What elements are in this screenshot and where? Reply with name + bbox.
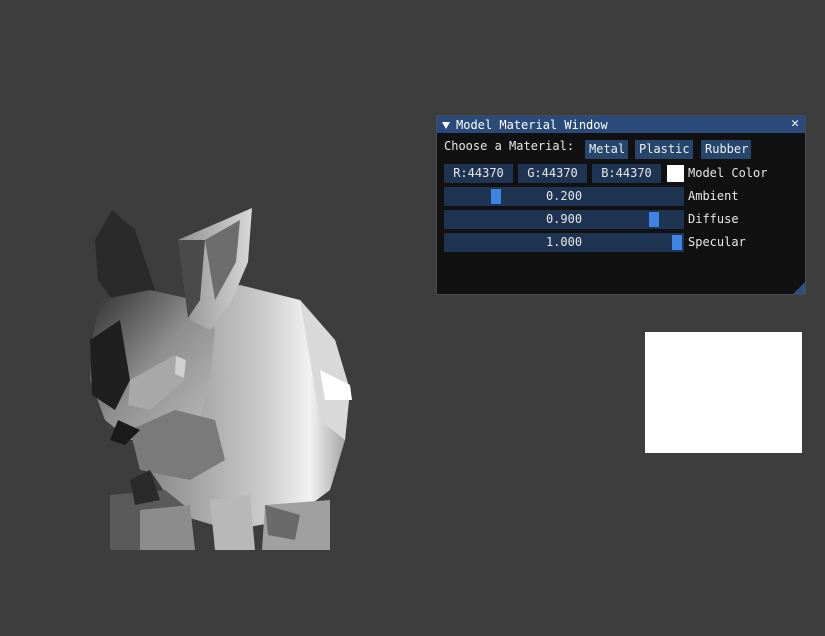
- ambient-value: 0.200: [545, 189, 583, 203]
- specular-value: 1.000: [545, 235, 583, 249]
- diffuse-label: Diffuse: [688, 212, 739, 226]
- red-channel-field[interactable]: R:44370: [444, 164, 513, 183]
- specular-label: Specular: [688, 235, 746, 249]
- plastic-button[interactable]: Plastic: [635, 140, 693, 159]
- close-icon[interactable]: ✕: [788, 117, 802, 131]
- ambient-row: 0.200 Ambient: [444, 187, 800, 206]
- diffuse-row: 0.900 Diffuse: [444, 210, 800, 229]
- color-row: R:44370 G:44370 B:44370 Model Color: [444, 164, 800, 183]
- material-row: Choose a Material: Metal Plastic Rubber: [444, 139, 800, 159]
- ambient-slider[interactable]: 0.200: [444, 187, 684, 206]
- resize-grip[interactable]: [793, 282, 805, 294]
- specular-row: 1.000 Specular: [444, 233, 800, 252]
- ambient-label: Ambient: [688, 189, 739, 203]
- bunny-model: [90, 208, 352, 550]
- model-material-window[interactable]: Model Material Window ✕ Choose a Materia…: [436, 115, 806, 295]
- material-preview-quad: [645, 332, 802, 453]
- render-viewport[interactable]: Model Material Window ✕ Choose a Materia…: [0, 0, 825, 636]
- color-swatch[interactable]: [667, 165, 684, 182]
- specular-slider[interactable]: 1.000: [444, 233, 684, 252]
- window-title-bar[interactable]: Model Material Window ✕: [437, 116, 805, 133]
- diffuse-slider[interactable]: 0.900: [444, 210, 684, 229]
- window-title: Model Material Window: [456, 117, 608, 132]
- model-color-label: Model Color: [688, 166, 768, 180]
- green-channel-field[interactable]: G:44370: [518, 164, 587, 183]
- choose-material-label: Choose a Material:: [444, 139, 575, 153]
- diffuse-value: 0.900: [545, 212, 583, 226]
- rubber-button[interactable]: Rubber: [701, 140, 751, 159]
- triangle-down-icon[interactable]: [442, 121, 450, 129]
- metal-button[interactable]: Metal: [585, 140, 628, 159]
- blue-channel-field[interactable]: B:44370: [592, 164, 661, 183]
